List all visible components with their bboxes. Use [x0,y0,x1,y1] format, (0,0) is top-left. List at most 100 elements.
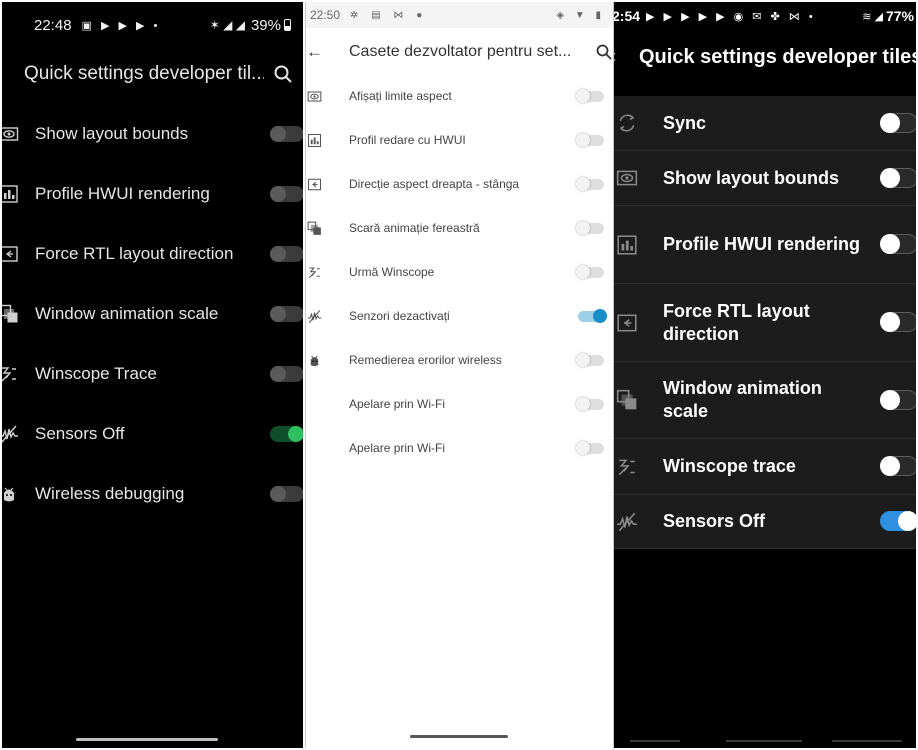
toggle-knob [576,353,590,367]
tile-toggle[interactable] [880,112,916,133]
tile-row[interactable]: Sensors Off [2,404,303,464]
toggle-knob [288,426,303,442]
tile-toggle[interactable] [270,426,303,442]
toggle-knob [576,89,590,103]
status-bar-left: 22:50 ✲ ▤ ⋈ ● [310,8,427,22]
tile-label: Winscope Trace [35,364,157,383]
tile-row[interactable]: Apelare prin Wi-Fi [306,426,613,470]
sensors-off-icon [2,423,20,445]
tile-toggle[interactable] [576,89,604,103]
samsung-style-settings-panel: 2:54 ▶ ▶ ▶ ▶ ▶ ◉ ✉ ✤ ⋈ • ≋ ◢ 77% ‹ Quick… [614,2,916,748]
toggle-knob [270,366,286,382]
tile-toggle[interactable] [576,221,604,235]
layout-bounds-icon [616,167,638,189]
tile-row[interactable]: Afișați limite aspect [306,74,613,118]
tile-toggle[interactable] [880,167,916,188]
tile-toggle[interactable] [270,126,303,142]
tile-label: Force RTL layout direction [35,244,234,263]
tile-toggle[interactable] [270,246,303,262]
tile-toggle[interactable] [880,312,916,332]
toggle-knob [576,441,590,455]
tile-toggle[interactable] [576,397,604,411]
tile-row[interactable]: Winscope Trace [2,344,303,404]
tile-label: Remedierea erorilor wireless [349,353,502,367]
toggle-knob [576,397,590,411]
tile-row[interactable]: Show layout bounds [614,151,916,206]
tile-row[interactable]: Apelare prin Wi-Fi [306,382,613,426]
tile-toggle[interactable] [270,186,303,202]
tile-row[interactable]: Remedierea erorilor wireless [306,338,613,382]
tile-row[interactable]: Show layout bounds [2,104,303,164]
tile-row[interactable]: Force RTL layout direction [614,284,916,362]
toggle-knob [270,486,286,502]
page-title: Quick settings developer tiles [639,46,916,68]
hwui-profile-icon [306,132,322,148]
tile-toggle[interactable] [880,389,916,410]
tile-row[interactable]: Urmă Winscope [306,250,613,294]
tile-toggle[interactable] [880,511,916,531]
tile-toggle[interactable] [270,366,303,382]
toggle-knob [270,246,286,262]
tile-label: Scară animație fereastră [349,221,480,235]
tile-toggle[interactable] [576,133,604,147]
tile-toggle[interactable] [880,456,916,476]
gesture-handle[interactable] [410,735,508,738]
tile-row[interactable]: Profil redare cu HWUI [306,118,613,162]
tile-label: Senzori dezactivați [349,309,450,323]
status-bar-right: ✶ ◢ ◢ 39% [210,17,291,34]
window-animation-icon [306,220,322,236]
sensors-off-icon [306,308,322,324]
status-bar-right: ≋ ◢ 77% [862,8,914,24]
toggle-knob [270,186,286,202]
nav-bar-segment [726,740,802,742]
tile-row[interactable]: Scară animație fereastră [306,206,613,250]
layout-bounds-icon [306,88,322,104]
tile-toggle[interactable] [578,309,607,323]
rtl-direction-icon [616,312,638,334]
tile-toggle[interactable] [576,265,604,279]
gesture-handle[interactable] [76,738,218,741]
tile-row[interactable]: Senzori dezactivați [306,294,613,338]
tile-label: Direcție aspect dreapta - stânga [349,177,520,191]
tile-label: Window animation scale [35,304,219,323]
tile-row[interactable]: Sensors Off [614,495,916,549]
notification-icons: ▣ ▶ ▶ ▶ • [81,19,161,32]
status-bar: 2:54 ▶ ▶ ▶ ▶ ▶ ◉ ✉ ✤ ⋈ • ≋ ◢ 77% [614,2,916,30]
search-icon[interactable] [596,44,612,65]
tile-toggle[interactable] [576,353,604,367]
toggle-knob [880,112,900,133]
tile-toggle[interactable] [576,441,604,455]
tile-row[interactable]: Wireless debugging [2,464,303,524]
tile-label: Show layout bounds [35,124,189,143]
tile-row[interactable]: Window animation scale [614,362,916,439]
tile-row[interactable]: Sync [614,96,916,151]
notification-icons: ✲ ▤ ⋈ ● [350,9,428,21]
tile-row[interactable]: Force RTL layout direction [2,224,303,284]
tile-toggle[interactable] [576,177,604,191]
status-bar-left: 22:48 ▣ ▶ ▶ ▶ • [34,17,160,34]
tile-row[interactable]: Profile HWUI rendering [614,206,916,284]
window-animation-icon [616,389,638,411]
tile-label: Show layout bounds [663,167,839,188]
back-arrow-icon[interactable]: ‹ [614,46,616,67]
status-time: 22:48 [34,16,72,34]
back-arrow-icon[interactable]: ← [306,42,323,62]
tile-label: Wireless debugging [35,484,185,503]
tile-row[interactable]: Window animation scale [2,284,303,344]
tile-row[interactable]: Profile HWUI rendering [2,164,303,224]
tile-toggle[interactable] [270,306,303,322]
tile-label: Afișați limite aspect [349,89,452,103]
tile-row[interactable]: Direcție aspect dreapta - stânga [306,162,613,206]
hwui-profile-icon [2,183,20,205]
toggle-knob [576,265,590,279]
search-icon[interactable] [274,65,292,88]
toggle-knob [576,221,590,235]
tile-toggle[interactable] [880,234,916,254]
layout-bounds-icon [2,123,20,145]
signal-icons: ◈ ▼ ▮ [556,9,605,21]
tile-label: Apelare prin Wi-Fi [349,441,446,455]
winscope-trace-icon [616,456,638,478]
tile-row[interactable]: Winscope trace [614,439,916,495]
tile-toggle[interactable] [270,486,303,502]
tile-label: Winscope trace [663,456,796,476]
